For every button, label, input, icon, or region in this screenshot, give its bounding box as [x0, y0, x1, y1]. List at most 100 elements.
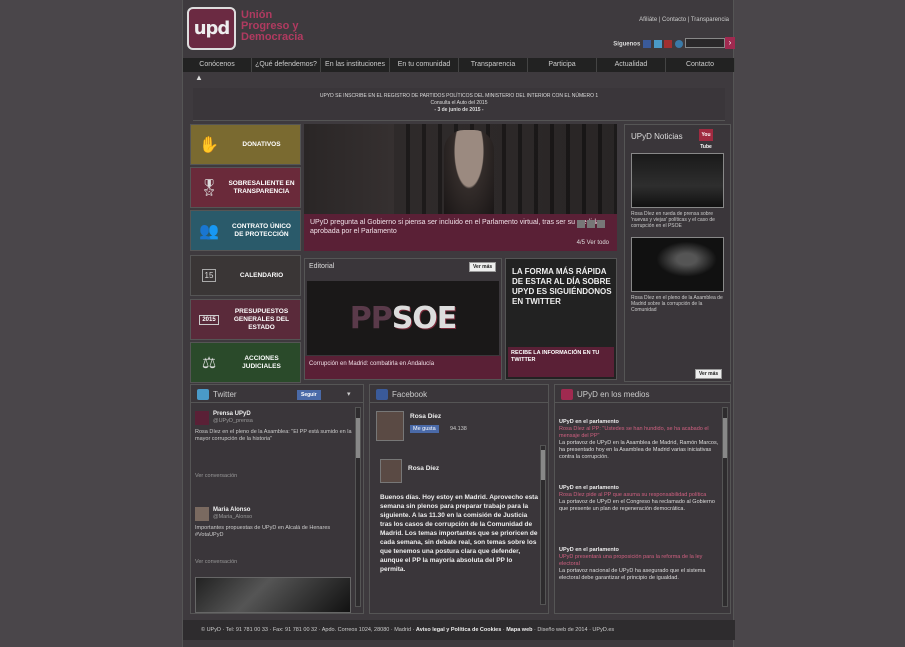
- scrollbar-thumb[interactable]: [723, 418, 727, 458]
- budget-icon: 2015: [191, 300, 227, 339]
- facebook-page-name[interactable]: Rosa Díez: [410, 413, 441, 420]
- featured-slider[interactable]: UPyD pregunta al Gobierno si piensa ser …: [304, 124, 617, 251]
- tweet-meta[interactable]: Ver conversación: [195, 473, 237, 480]
- slider-thumb[interactable]: [587, 220, 595, 228]
- scrollbar[interactable]: [540, 445, 546, 605]
- tweet[interactable]: Maria Alonso @Maria_Alonso Importantes p…: [195, 507, 355, 567]
- scrollbar[interactable]: [355, 407, 361, 607]
- video-thumbnail[interactable]: [631, 153, 724, 208]
- follow-button[interactable]: Seguir: [297, 390, 321, 400]
- follow-us: Síguenos: [613, 40, 683, 48]
- notice-date: - 3 de junio de 2015 -: [434, 107, 484, 113]
- scrollbar-thumb[interactable]: [356, 418, 360, 458]
- nav-item-instituciones[interactable]: En las instituciones: [321, 58, 390, 72]
- like-button[interactable]: Me gusta: [410, 425, 439, 433]
- notice-line2[interactable]: Consulta el Auto del 2015: [193, 100, 725, 107]
- flickr-icon[interactable]: [675, 40, 683, 48]
- video-thumbnail[interactable]: [631, 237, 724, 292]
- tweet-text: Rosa Díez en el pleno de la Asamblea: "E…: [195, 429, 352, 442]
- calendar-day: 15: [201, 269, 217, 282]
- editorial-image[interactable]: PP SOE: [307, 281, 499, 355]
- video-caption[interactable]: Rosa Díez en rueda de prensa sobre 'nuev…: [631, 211, 726, 229]
- notice-banner: UPYD SE INSCRIBE EN EL REGISTRO DE PARTI…: [193, 88, 725, 121]
- nav-item-actualidad[interactable]: Actualidad: [597, 58, 666, 72]
- news-link[interactable]: UPyD presentará una proposición para la …: [559, 554, 719, 568]
- promo-headline: LA FORMA MÁS RÁPIDA DE ESTAR AL DÍA SOBR…: [512, 267, 612, 306]
- slider-photo-person: [444, 130, 494, 214]
- avatar[interactable]: [376, 411, 404, 441]
- slider-thumb[interactable]: [577, 220, 585, 228]
- tweet[interactable]: Prensa UPyD @UPyD_prensa Rosa Díez en el…: [195, 411, 355, 481]
- news-item[interactable]: UPyD en el parlamento UPyD presentará un…: [559, 547, 719, 582]
- avatar[interactable]: [380, 459, 402, 483]
- nav-item-que-defendemos[interactable]: ¿Qué defendemos?: [252, 58, 321, 72]
- top-links[interactable]: Afiliáte | Contacto | Transparencia: [639, 17, 729, 23]
- news-title: UPyD en los medios: [577, 390, 650, 399]
- see-more-button[interactable]: Ver más: [469, 262, 497, 272]
- main-nav: Conócenos ¿Qué defendemos? En las instit…: [183, 58, 735, 72]
- logo-text: upd: [193, 18, 231, 39]
- tweet-meta[interactable]: Ver conversación: [195, 559, 237, 566]
- sidebar-item-transparencia[interactable]: 🎖 SOBRESALIENTE EN TRANSPARENCIA: [190, 167, 301, 208]
- sidebar-item-label: DONATIVOS: [242, 140, 281, 148]
- scrollbar[interactable]: [722, 407, 728, 607]
- twitter-icon: [197, 389, 209, 400]
- sidebar-item-donativos[interactable]: ✋ DONATIVOS: [190, 124, 301, 165]
- sidebar-item-label: CALENDARIO: [239, 271, 284, 279]
- sidebar-item-presupuestos[interactable]: 2015 PRESUPUESTOS GENERALES DEL ESTADO: [190, 299, 301, 340]
- video-caption[interactable]: Rosa Díez en el pleno de la Asamblea de …: [631, 295, 726, 313]
- party-name-line3: Democracia: [241, 31, 304, 43]
- news-text: La portavoz nacional de UPyD ha asegurad…: [559, 568, 706, 581]
- slider-photo-background: [394, 124, 614, 214]
- post-author[interactable]: Rosa Díez: [408, 465, 439, 472]
- twitter-title: Twitter: [213, 390, 237, 399]
- donation-icon: ✋: [199, 136, 219, 154]
- youtube-icon[interactable]: [664, 40, 673, 48]
- nav-item-contacto[interactable]: Contacto: [666, 58, 735, 72]
- scrollbar-thumb[interactable]: [541, 450, 545, 480]
- nav-item-participa[interactable]: Participa: [528, 58, 597, 72]
- news-link[interactable]: Rosa Díez pide al PP que asuma su respon…: [559, 492, 719, 499]
- chevron-down-icon[interactable]: ▾: [347, 390, 351, 398]
- sidebar-item-acciones-judiciales[interactable]: ⚖ ACCIONES JUDICIALES: [190, 342, 301, 383]
- slider-thumb[interactable]: [597, 220, 605, 228]
- slider-pager[interactable]: 4/5 Ver todo: [577, 240, 609, 246]
- twitter-panel: Twitter Seguir ▾ Prensa UPyD @UPyD_prens…: [190, 384, 364, 614]
- tweet-handle[interactable]: @UPyD_prensa: [213, 418, 253, 425]
- search-button[interactable]: ›: [725, 37, 735, 49]
- editorial-caption[interactable]: Corrupción en Madrid: combatirla en Anda…: [305, 356, 501, 379]
- avatar: [195, 411, 209, 425]
- news-item[interactable]: UPyD en el parlamento Rosa Díez pide al …: [559, 485, 719, 513]
- nav-item-transparencia[interactable]: Transparencia: [459, 58, 528, 72]
- footer-legal-link[interactable]: Aviso legal y Política de Cookies: [416, 627, 501, 633]
- party-name[interactable]: Unión Progreso y Democracia: [241, 10, 303, 43]
- see-more-button[interactable]: Ver más: [695, 369, 723, 379]
- news-icon: [561, 389, 573, 400]
- tweet-author[interactable]: Maria Alonso: [213, 507, 250, 514]
- tweet-image[interactable]: [195, 577, 351, 613]
- sidebar-item-label: PRESUPUESTOS GENERALES DEL ESTADO: [233, 307, 290, 331]
- slider-caption[interactable]: UPyD pregunta al Gobierno si piensa ser …: [304, 214, 617, 251]
- youtube-icon[interactable]: You Tube: [699, 129, 713, 150]
- sidebar-item-contrato-unico[interactable]: 👥 CONTRATO ÚNICO DE PROTECCIÓN: [190, 210, 301, 251]
- twitter-icon[interactable]: [653, 40, 662, 48]
- chevron-up-icon[interactable]: ▲: [195, 73, 203, 82]
- facebook-panel: Facebook Rosa Díez Me gusta 94.138 Rosa …: [369, 384, 549, 614]
- facebook-icon[interactable]: [642, 40, 651, 48]
- twitter-promo[interactable]: LA FORMA MÁS RÁPIDA DE ESTAR AL DÍA SOBR…: [505, 258, 617, 380]
- editorial-image-text-pp: PP: [349, 300, 393, 336]
- like-count: 94.138: [450, 426, 467, 432]
- nav-item-comunidad[interactable]: En tu comunidad: [390, 58, 459, 72]
- search-input[interactable]: [685, 38, 725, 48]
- tweet-handle[interactable]: @Maria_Alonso: [213, 514, 252, 521]
- news-link[interactable]: Rosa Díez al PP: "Ustedes se han hundido…: [559, 426, 719, 440]
- footer-map-link[interactable]: Mapa web: [506, 627, 532, 633]
- nav-item-conocenos[interactable]: Conócenos: [183, 58, 252, 72]
- tweet-author[interactable]: Prensa UPyD: [213, 411, 251, 418]
- sidebar-item-label: ACCIONES JUDICIALES: [242, 354, 281, 370]
- tweet-text: Importantes propuestas de UPyD en Alcalá…: [195, 525, 331, 538]
- news-item[interactable]: UPyD en el parlamento Rosa Díez al PP: "…: [559, 419, 719, 461]
- site-logo[interactable]: upd: [187, 7, 236, 50]
- footer-contact: © UPyD · Tel: 91 781 00 33 · Fax: 91 781…: [201, 627, 412, 633]
- sidebar-item-calendario[interactable]: 15 CALENDARIO: [190, 255, 301, 296]
